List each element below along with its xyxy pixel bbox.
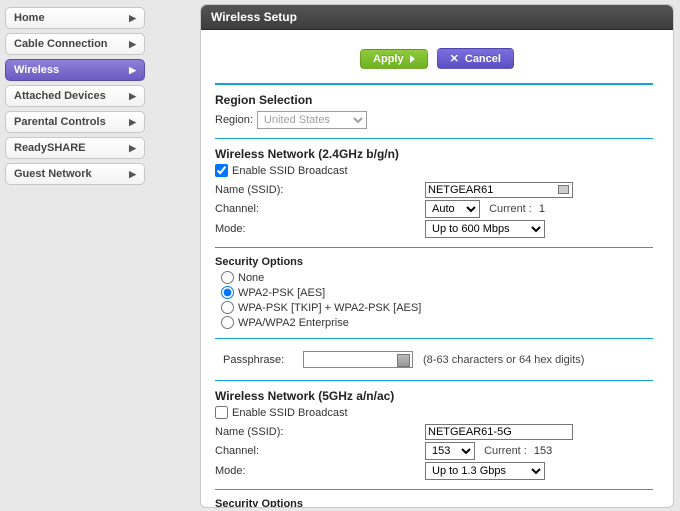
chevron-right-icon: ▶ [129,65,136,76]
ssid-broadcast-24-checkbox[interactable] [215,164,228,177]
region-select[interactable]: United States [257,111,367,129]
current-24-value: 1 [539,203,545,215]
nav-readyshare[interactable]: ReadySHARE ▶ [5,137,145,159]
cancel-label: Cancel [465,53,501,65]
ssid-5-input[interactable] [425,424,573,440]
mode-24-select[interactable]: Up to 600 Mbps [425,220,545,238]
sec24-wpa2-radio[interactable] [221,286,234,299]
nav-guest-network[interactable]: Guest Network ▶ [5,163,145,185]
nav-label: Cable Connection [14,38,108,50]
region-label: Region: [215,114,253,126]
sec24-mixed-label: WPA-PSK [TKIP] + WPA2-PSK [AES] [238,302,421,314]
nav-home[interactable]: Home ▶ [5,7,145,29]
x-icon: ✕ [450,52,459,65]
pass24-label: Passphrase: [223,354,303,366]
apply-label: Apply [373,53,404,65]
ssid-broadcast-24-label: Enable SSID Broadcast [232,165,348,177]
chevron-right-icon: ▶ [129,169,136,180]
ssid-24-label: Name (SSID): [215,184,425,196]
ssid-5-label: Name (SSID): [215,426,425,438]
sec24-ent-radio[interactable] [221,316,234,329]
divider [215,380,653,381]
content-scroll[interactable]: Region Selection Region: United States W… [201,79,673,507]
net24-section-title: Wireless Network (2.4GHz b/g/n) [215,147,653,161]
divider [215,83,653,85]
nav-parental-controls[interactable]: Parental Controls ▶ [5,111,145,133]
sec24-title: Security Options [215,256,653,268]
channel-5-label: Channel: [215,445,425,457]
pass24-input[interactable] [303,351,413,368]
button-bar: Apply ✕ Cancel [201,30,673,79]
nav-label: Wireless [14,64,59,76]
divider [215,338,653,339]
nav-label: Home [14,12,45,24]
nav-attached-devices[interactable]: Attached Devices ▶ [5,85,145,107]
chevron-right-icon: ▶ [129,39,136,50]
divider [215,247,653,248]
sec24-mixed-radio[interactable] [221,301,234,314]
ssid-broadcast-5-label: Enable SSID Broadcast [232,407,348,419]
chevron-right-icon: ▶ [129,143,136,154]
channel-24-label: Channel: [215,203,425,215]
sec5-title: Security Options [215,498,653,507]
mode-5-label: Mode: [215,465,425,477]
chevron-right-icon: ▶ [129,13,136,24]
apply-button[interactable]: Apply [360,49,428,69]
nav-label: Guest Network [14,168,92,180]
chevron-right-icon: ▶ [129,91,136,102]
ssid-broadcast-5-checkbox[interactable] [215,406,228,419]
current-5-value: 153 [534,445,552,457]
divider [215,489,653,490]
channel-5-select[interactable]: 153 [425,442,475,460]
nav-label: ReadySHARE [14,142,86,154]
chevron-right-icon: ▶ [129,117,136,128]
panel: Wireless Setup Apply ✕ Cancel Region Sele… [200,4,674,508]
play-icon [410,55,415,63]
channel-24-select[interactable]: Auto [425,200,480,218]
panel-title: Wireless Setup [201,5,673,30]
nav-label: Attached Devices [14,90,106,102]
nav-wireless[interactable]: Wireless ▶ [5,59,145,81]
current-24-label: Current : [489,203,532,215]
sidebar: Home ▶ Cable Connection ▶ Wireless ▶ Attach… [0,0,150,511]
current-5-label: Current : [484,445,527,457]
cancel-button[interactable]: ✕ Cancel [437,48,514,69]
sec24-wpa2-label: WPA2-PSK [AES] [238,287,325,299]
nav-cable-connection[interactable]: Cable Connection ▶ [5,33,145,55]
divider [215,138,653,139]
keyboard-icon[interactable] [558,185,569,194]
nav-label: Parental Controls [14,116,106,128]
net5-section-title: Wireless Network (5GHz a/n/ac) [215,389,653,403]
sec24-none-label: None [238,272,264,284]
ssid-24-input[interactable] [425,182,573,198]
sec24-ent-label: WPA/WPA2 Enterprise [238,317,349,329]
region-section-title: Region Selection [215,93,653,107]
pass24-hint: (8-63 characters or 64 hex digits) [423,354,584,366]
mode-24-label: Mode: [215,223,425,235]
sec24-none-radio[interactable] [221,271,234,284]
mode-5-select[interactable]: Up to 1.3 Gbps [425,462,545,480]
